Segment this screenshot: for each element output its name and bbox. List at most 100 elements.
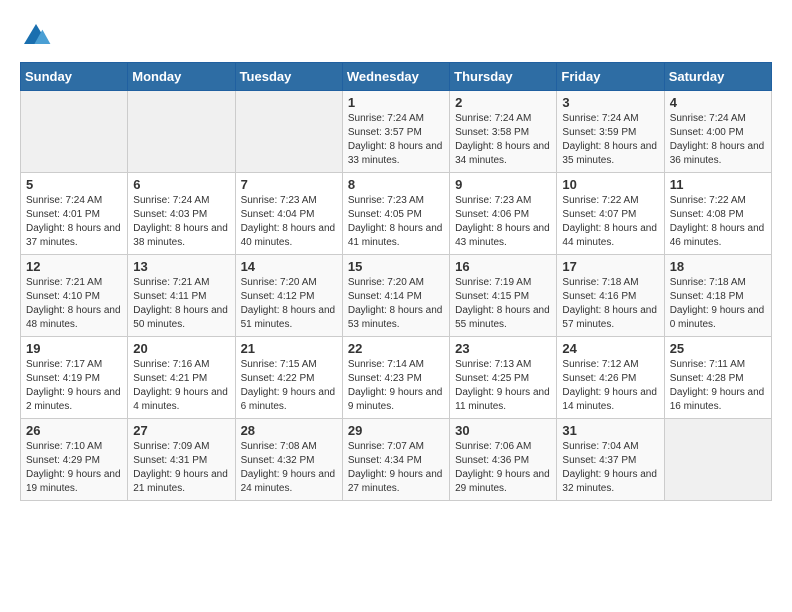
calendar-cell: 13Sunrise: 7:21 AM Sunset: 4:11 PM Dayli… [128, 255, 235, 337]
day-info: Sunrise: 7:20 AM Sunset: 4:14 PM Dayligh… [348, 276, 444, 332]
day-info: Sunrise: 7:18 AM Sunset: 4:16 PM Dayligh… [562, 276, 658, 332]
day-info: Sunrise: 7:15 AM Sunset: 4:22 PM Dayligh… [241, 358, 337, 414]
day-info: Sunrise: 7:04 AM Sunset: 4:37 PM Dayligh… [562, 440, 658, 496]
calendar-cell [664, 419, 771, 501]
day-info: Sunrise: 7:16 AM Sunset: 4:21 PM Dayligh… [133, 358, 229, 414]
day-info: Sunrise: 7:11 AM Sunset: 4:28 PM Dayligh… [670, 358, 766, 414]
calendar-cell: 22 Sunrise: 7:14 AM Sunset: 4:23 PM Dayli… [342, 337, 449, 419]
weekday-monday: Monday [128, 63, 235, 91]
day-info: Sunrise: 7:13 AM Sunset: 4:25 PM Dayligh… [455, 358, 551, 414]
day-number: 12 [26, 259, 122, 274]
day-info: Sunrise: 7:08 AM Sunset: 4:32 PM Dayligh… [241, 440, 337, 496]
day-info: Sunrise: 7:12 AM Sunset: 4:26 PM Dayligh… [562, 358, 658, 414]
day-info: Sunrise: 7:24 AM Sunset: 3:57 PM Dayligh… [348, 112, 444, 168]
weekday-thursday: Thursday [450, 63, 557, 91]
calendar-cell: 8 Sunrise: 7:23 AM Sunset: 4:05 PM Daylig… [342, 173, 449, 255]
day-number: 17 [562, 259, 658, 274]
day-number: 24 [562, 341, 658, 356]
calendar-cell: 2 Sunrise: 7:24 AM Sunset: 3:58 PM Daylig… [450, 91, 557, 173]
calendar-cell: 20 Sunrise: 7:16 AM Sunset: 4:21 PM Dayli… [128, 337, 235, 419]
calendar-cell: 6Sunrise: 7:24 AM Sunset: 4:03 PM Daylig… [128, 173, 235, 255]
day-number: 18 [670, 259, 766, 274]
day-info: Sunrise: 7:22 AM Sunset: 4:07 PM Dayligh… [562, 194, 658, 250]
day-number: 8 [348, 177, 444, 192]
calendar-cell: 29 Sunrise: 7:07 AM Sunset: 4:34 PM Dayli… [342, 419, 449, 501]
calendar-cell [235, 91, 342, 173]
day-info: Sunrise: 7:24 AM Sunset: 4:03 PM Dayligh… [133, 194, 229, 250]
calendar-cell: 11 Sunrise: 7:22 AM Sunset: 4:08 PM Dayli… [664, 173, 771, 255]
day-info: Sunrise: 7:14 AM Sunset: 4:23 PM Dayligh… [348, 358, 444, 414]
day-info: Sunrise: 7:21 AM Sunset: 4:10 PM Dayligh… [26, 276, 122, 332]
day-number: 16 [455, 259, 551, 274]
day-number: 22 [348, 341, 444, 356]
calendar-cell: 21 Sunrise: 7:15 AM Sunset: 4:22 PM Dayli… [235, 337, 342, 419]
day-number: 7 [241, 177, 337, 192]
day-info: Sunrise: 7:06 AM Sunset: 4:36 PM Dayligh… [455, 440, 551, 496]
calendar-cell: 28 Sunrise: 7:08 AM Sunset: 4:32 PM Dayli… [235, 419, 342, 501]
day-info: Sunrise: 7:18 AM Sunset: 4:18 PM Dayligh… [670, 276, 766, 332]
day-info: Sunrise: 7:23 AM Sunset: 4:05 PM Dayligh… [348, 194, 444, 250]
day-number: 15 [348, 259, 444, 274]
weekday-friday: Friday [557, 63, 664, 91]
calendar-cell [21, 91, 128, 173]
calendar-cell: 7 Sunrise: 7:23 AM Sunset: 4:04 PM Daylig… [235, 173, 342, 255]
day-info: Sunrise: 7:17 AM Sunset: 4:19 PM Dayligh… [26, 358, 122, 414]
day-number: 1 [348, 95, 444, 110]
day-info: Sunrise: 7:21 AM Sunset: 4:11 PM Dayligh… [133, 276, 229, 332]
day-number: 23 [455, 341, 551, 356]
day-number: 19 [26, 341, 122, 356]
calendar-cell: 18 Sunrise: 7:18 AM Sunset: 4:18 PM Dayli… [664, 255, 771, 337]
day-info: Sunrise: 7:23 AM Sunset: 4:04 PM Dayligh… [241, 194, 337, 250]
day-number: 21 [241, 341, 337, 356]
day-number: 2 [455, 95, 551, 110]
logo [20, 20, 56, 52]
day-info: Sunrise: 7:24 AM Sunset: 4:00 PM Dayligh… [670, 112, 766, 168]
day-info: Sunrise: 7:20 AM Sunset: 4:12 PM Dayligh… [241, 276, 337, 332]
calendar-cell: 27 Sunrise: 7:09 AM Sunset: 4:31 PM Dayli… [128, 419, 235, 501]
day-number: 25 [670, 341, 766, 356]
calendar-cell: 31 Sunrise: 7:04 AM Sunset: 4:37 PM Dayli… [557, 419, 664, 501]
day-number: 4 [670, 95, 766, 110]
day-number: 14 [241, 259, 337, 274]
day-number: 9 [455, 177, 551, 192]
calendar-cell: 5 Sunrise: 7:24 AM Sunset: 4:01 PM Daylig… [21, 173, 128, 255]
calendar-cell: 19 Sunrise: 7:17 AM Sunset: 4:19 PM Dayli… [21, 337, 128, 419]
calendar-cell: 4 Sunrise: 7:24 AM Sunset: 4:00 PM Daylig… [664, 91, 771, 173]
calendar-header: SundayMondayTuesdayWednesdayThursdayFrid… [21, 63, 772, 91]
day-number: 3 [562, 95, 658, 110]
weekday-tuesday: Tuesday [235, 63, 342, 91]
day-number: 30 [455, 423, 551, 438]
calendar-cell: 10Sunrise: 7:22 AM Sunset: 4:07 PM Dayli… [557, 173, 664, 255]
day-info: Sunrise: 7:24 AM Sunset: 4:01 PM Dayligh… [26, 194, 122, 250]
day-info: Sunrise: 7:24 AM Sunset: 3:59 PM Dayligh… [562, 112, 658, 168]
day-number: 28 [241, 423, 337, 438]
day-info: Sunrise: 7:10 AM Sunset: 4:29 PM Dayligh… [26, 440, 122, 496]
calendar-cell: 23 Sunrise: 7:13 AM Sunset: 4:25 PM Dayli… [450, 337, 557, 419]
calendar: SundayMondayTuesdayWednesdayThursdayFrid… [20, 62, 772, 501]
day-info: Sunrise: 7:09 AM Sunset: 4:31 PM Dayligh… [133, 440, 229, 496]
logo-icon [20, 20, 52, 52]
day-info: Sunrise: 7:19 AM Sunset: 4:15 PM Dayligh… [455, 276, 551, 332]
calendar-cell: 9 Sunrise: 7:23 AM Sunset: 4:06 PM Daylig… [450, 173, 557, 255]
day-info: Sunrise: 7:24 AM Sunset: 3:58 PM Dayligh… [455, 112, 551, 168]
day-number: 26 [26, 423, 122, 438]
calendar-cell: 25 Sunrise: 7:11 AM Sunset: 4:28 PM Dayli… [664, 337, 771, 419]
day-number: 27 [133, 423, 229, 438]
day-number: 5 [26, 177, 122, 192]
calendar-cell: 14 Sunrise: 7:20 AM Sunset: 4:12 PM Dayli… [235, 255, 342, 337]
weekday-saturday: Saturday [664, 63, 771, 91]
day-number: 11 [670, 177, 766, 192]
calendar-cell: 26 Sunrise: 7:10 AM Sunset: 4:29 PM Dayli… [21, 419, 128, 501]
calendar-cell: 1 Sunrise: 7:24 AM Sunset: 3:57 PM Daylig… [342, 91, 449, 173]
calendar-cell: 3 Sunrise: 7:24 AM Sunset: 3:59 PM Daylig… [557, 91, 664, 173]
calendar-cell: 15 Sunrise: 7:20 AM Sunset: 4:14 PM Dayli… [342, 255, 449, 337]
day-info: Sunrise: 7:07 AM Sunset: 4:34 PM Dayligh… [348, 440, 444, 496]
weekday-sunday: Sunday [21, 63, 128, 91]
day-info: Sunrise: 7:22 AM Sunset: 4:08 PM Dayligh… [670, 194, 766, 250]
day-number: 29 [348, 423, 444, 438]
day-number: 31 [562, 423, 658, 438]
day-info: Sunrise: 7:23 AM Sunset: 4:06 PM Dayligh… [455, 194, 551, 250]
weekday-wednesday: Wednesday [342, 63, 449, 91]
calendar-cell [128, 91, 235, 173]
day-number: 20 [133, 341, 229, 356]
